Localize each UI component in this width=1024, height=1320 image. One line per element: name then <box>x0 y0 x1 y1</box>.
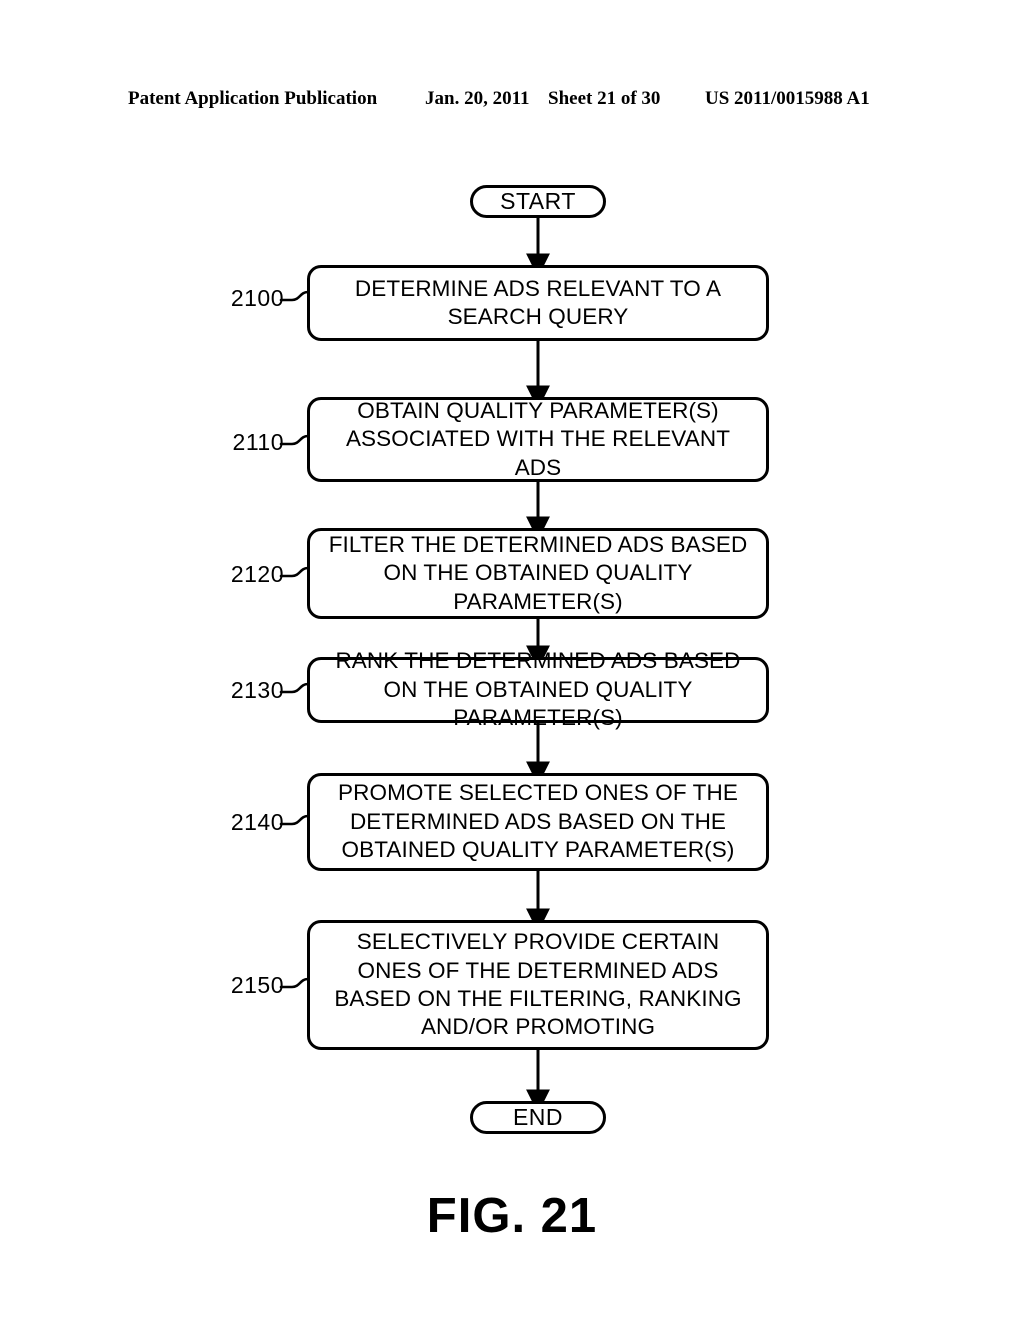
flowchart-diagram: START DETERMINE ADS RELEVANT TO A SEARCH… <box>0 0 1024 1320</box>
flowchart-step-2110: OBTAIN QUALITY PARAMETER(S) ASSOCIATED W… <box>307 397 769 482</box>
reference-numeral-2110: 2110 <box>232 429 284 455</box>
reference-numeral-2140: 2140 <box>230 809 284 835</box>
reference-numeral-2130: 2130 <box>230 677 284 703</box>
step-2140-text: PROMOTE SELECTED ONES OF THE DETERMINED … <box>338 780 738 863</box>
figure-caption: FIG. 21 <box>426 1189 598 1243</box>
flowchart-step-2120: FILTER THE DETERMINED ADS BASED ON THE O… <box>307 528 769 619</box>
flowchart-step-2150: SELECTIVELY PROVIDE CERTAIN ONES OF THE … <box>307 920 769 1050</box>
leader-2130 <box>279 682 310 694</box>
step-2130-text: RANK THE DETERMINED ADS BASED ON THE OBT… <box>335 648 741 731</box>
start-label: START <box>500 188 576 214</box>
flowchart-step-2140: PROMOTE SELECTED ONES OF THE DETERMINED … <box>307 773 769 871</box>
leader-2100 <box>279 290 310 302</box>
reference-numeral-2120: 2120 <box>230 561 284 587</box>
leader-2150 <box>279 977 310 989</box>
step-2120-text: FILTER THE DETERMINED ADS BASED ON THE O… <box>328 531 748 614</box>
flowchart-step-2100: DETERMINE ADS RELEVANT TO A SEARCH QUERY <box>307 265 769 341</box>
step-2100-text: DETERMINE ADS RELEVANT TO A SEARCH QUERY <box>354 275 722 329</box>
reference-numeral-2100: 2100 <box>230 285 284 311</box>
flowchart-end-node: END <box>470 1101 606 1134</box>
reference-numeral-2150: 2150 <box>230 972 284 998</box>
leader-2110 <box>279 434 310 446</box>
end-label: END <box>512 1104 564 1130</box>
leader-2140 <box>279 814 310 826</box>
step-2150-text: SELECTIVELY PROVIDE CERTAIN ONES OF THE … <box>334 929 742 1040</box>
flowchart-start-node: START <box>470 185 606 218</box>
step-2110-text: OBTAIN QUALITY PARAMETER(S) ASSOCIATED W… <box>345 397 731 480</box>
flowchart-step-2130: RANK THE DETERMINED ADS BASED ON THE OBT… <box>307 648 769 730</box>
leader-2120 <box>279 566 310 578</box>
